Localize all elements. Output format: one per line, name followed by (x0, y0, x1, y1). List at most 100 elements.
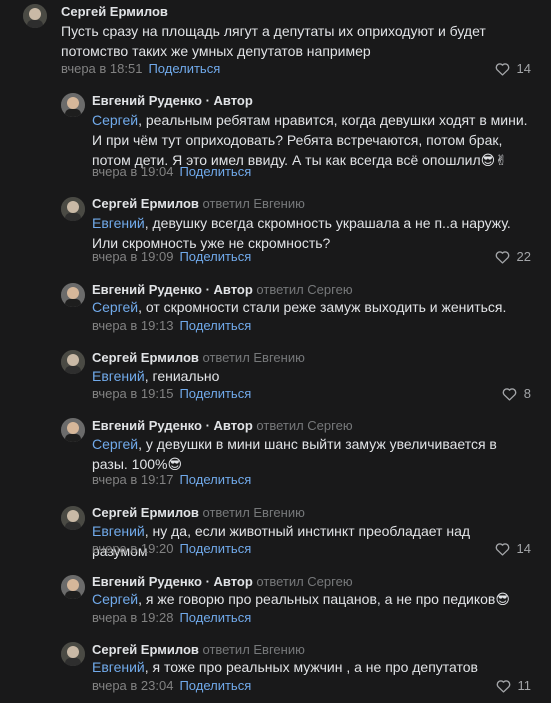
timestamp[interactable]: вчера в 19:15 (92, 386, 173, 401)
author-badge: · Автор (201, 418, 253, 433)
avatar[interactable] (61, 506, 85, 530)
avatar[interactable] (61, 197, 85, 221)
comment-header: Сергей Ермилов ответил Евгению (92, 642, 305, 658)
timestamp[interactable]: вчера в 18:51 (61, 61, 142, 76)
share-button[interactable]: Поделиться (179, 610, 251, 625)
avatar[interactable] (61, 418, 85, 442)
share-button[interactable]: Поделиться (179, 472, 251, 487)
author-name[interactable]: Евгений Руденко (92, 93, 202, 108)
like-count: 8 (523, 386, 531, 401)
comment-body: Пусть сразу на площадь лягут а депутаты … (61, 23, 486, 59)
comment-body: , девушку всегда скромность украшала а н… (92, 215, 511, 251)
author-name[interactable]: Сергей Ермилов (92, 642, 199, 657)
comment-meta: вчера в 19:28 Поделиться (92, 610, 251, 626)
comment-meta: вчера в 18:51 Поделиться (61, 61, 220, 77)
like-count: 22 (516, 249, 531, 264)
avatar[interactable] (61, 283, 85, 307)
like-button[interactable]: 8 (502, 386, 531, 402)
share-button[interactable]: Поделиться (179, 164, 251, 179)
author-name[interactable]: Сергей Ермилов (61, 4, 168, 19)
reply-info[interactable]: ответил Евгению (203, 505, 305, 520)
avatar[interactable] (61, 93, 85, 117)
heart-icon (495, 251, 509, 264)
avatar[interactable] (61, 642, 85, 666)
author-name[interactable]: Евгений Руденко (92, 574, 202, 589)
comment-body: , от скромности стали реже замуж выходит… (138, 299, 507, 315)
mention-link[interactable]: Евгений (92, 368, 145, 384)
author-name[interactable]: Евгений Руденко (92, 418, 202, 433)
comment-meta: вчера в 23:04 Поделиться (92, 678, 251, 694)
comment-text: Евгений, гениально (92, 366, 529, 386)
mention-link[interactable]: Сергей (92, 112, 138, 128)
comment-header: Сергей Ермилов ответил Евгению (92, 196, 305, 212)
comment-header: Евгений Руденко · Автор ответил Сергею (92, 418, 353, 434)
reply-info[interactable]: ответил Сергею (256, 574, 352, 589)
reply-info[interactable]: ответил Сергею (256, 282, 352, 297)
avatar[interactable] (23, 4, 47, 28)
comment-header: Евгений Руденко · Автор ответил Сергею (92, 282, 353, 298)
share-button[interactable]: Поделиться (179, 678, 251, 693)
emoji: 😎 (495, 591, 510, 607)
mention-link[interactable]: Сергей (92, 591, 138, 607)
comment-text: Пусть сразу на площадь лягут а депутаты … (61, 21, 529, 61)
comment-meta: вчера в 19:13 Поделиться (92, 318, 251, 334)
reply-info[interactable]: ответил Евгению (203, 196, 305, 211)
comment-body: , реальным ребятам нравится, когда девуш… (92, 112, 528, 168)
comment-body: , гениально (144, 368, 220, 384)
author-name[interactable]: Евгений Руденко (92, 282, 202, 297)
mention-link[interactable]: Сергей (92, 299, 138, 315)
author-name[interactable]: Сергей Ермилов (92, 350, 199, 365)
share-button[interactable]: Поделиться (179, 541, 251, 556)
comment-header: Сергей Ермилов (61, 4, 168, 20)
timestamp[interactable]: вчера в 19:09 (92, 249, 173, 264)
mention-link[interactable]: Сергей (92, 436, 138, 452)
avatar[interactable] (61, 575, 85, 599)
heart-icon (495, 63, 509, 76)
comment-header: Сергей Ермилов ответил Евгению (92, 350, 305, 366)
emoji: 😎 (167, 456, 183, 472)
emoji: 😎✌ (480, 152, 507, 168)
reply-info[interactable]: ответил Евгению (203, 350, 305, 365)
comment-meta: вчера в 19:15 Поделиться (92, 386, 251, 402)
reply-info[interactable]: ответил Евгению (203, 642, 305, 657)
author-name[interactable]: Сергей Ермилов (92, 196, 199, 211)
share-button[interactable]: Поделиться (179, 386, 251, 401)
like-button[interactable]: 14 (495, 541, 531, 557)
timestamp[interactable]: вчера в 19:04 (92, 164, 173, 179)
comment-text: Сергей, я же говорю про реальных пацанов… (92, 589, 529, 609)
timestamp[interactable]: вчера в 23:04 (92, 678, 173, 693)
comment-meta: вчера в 19:09 Поделиться (92, 249, 251, 265)
reply-info[interactable]: ответил Сергею (256, 418, 352, 433)
avatar[interactable] (61, 350, 85, 374)
like-button[interactable]: 11 (496, 678, 531, 694)
timestamp[interactable]: вчера в 19:28 (92, 610, 173, 625)
comment-meta: вчера в 19:04 Поделиться (92, 164, 251, 180)
comment-body: , я же говорю про реальных пацанов, а не… (138, 591, 496, 607)
comment-text: Сергей, у девушки в мини шанс выйти заму… (92, 434, 529, 474)
heart-icon (496, 680, 510, 693)
author-badge: · Автор (201, 93, 253, 108)
share-button[interactable]: Поделиться (179, 318, 251, 333)
timestamp[interactable]: вчера в 19:13 (92, 318, 173, 333)
comment-body: , у девушки в мини шанс выйти замуж увел… (92, 436, 497, 472)
like-button[interactable]: 14 (495, 61, 531, 77)
timestamp[interactable]: вчера в 19:17 (92, 472, 173, 487)
author-name[interactable]: Сергей Ермилов (92, 505, 199, 520)
comment-text: Евгений, девушку всегда скромность украш… (92, 213, 529, 253)
timestamp[interactable]: вчера в 19:20 (92, 541, 173, 556)
mention-link[interactable]: Евгений (92, 523, 145, 539)
share-button[interactable]: Поделиться (179, 249, 251, 264)
comment-text: Евгений, я тоже про реальных мужчин , а … (92, 657, 529, 677)
comment-header: Евгений Руденко · Автор ответил Сергею (92, 574, 353, 590)
author-badge: · Автор (201, 574, 253, 589)
share-button[interactable]: Поделиться (148, 61, 220, 76)
comment-meta: вчера в 19:17 Поделиться (92, 472, 251, 488)
author-badge: · Автор (201, 282, 253, 297)
mention-link[interactable]: Евгений (92, 215, 145, 231)
like-count: 14 (516, 61, 531, 76)
heart-icon (502, 388, 517, 401)
like-button[interactable]: 22 (495, 249, 531, 265)
comment-body: , я тоже про реальных мужчин , а не про … (144, 659, 478, 675)
mention-link[interactable]: Евгений (92, 659, 145, 675)
comment-header: Евгений Руденко · Автор (92, 93, 253, 109)
